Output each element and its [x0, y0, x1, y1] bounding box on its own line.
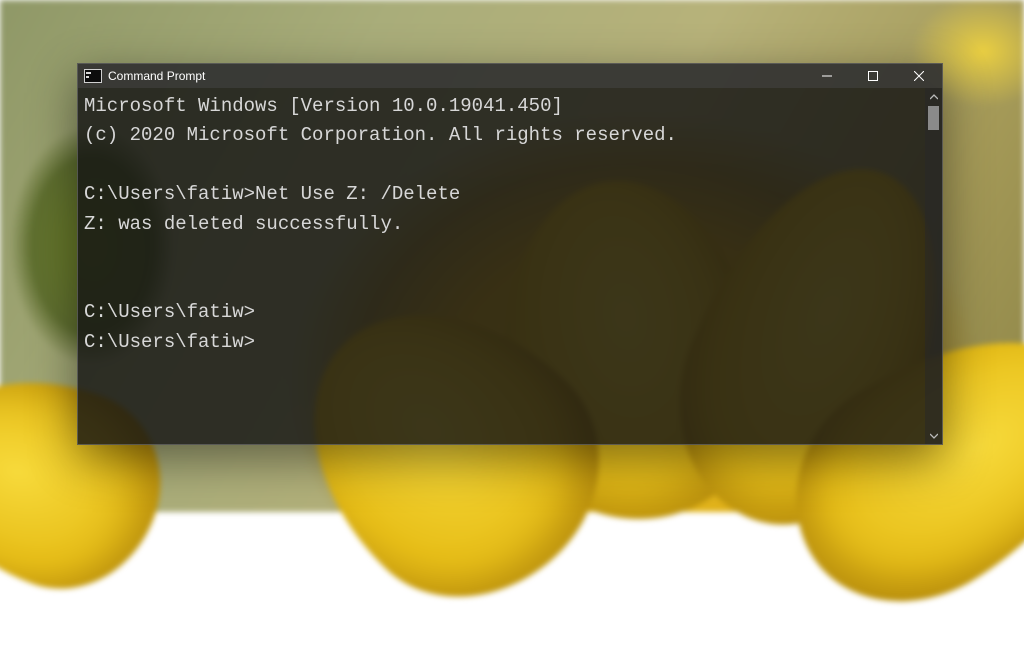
window-title: Command Prompt — [108, 69, 205, 83]
vertical-scrollbar[interactable] — [925, 88, 942, 444]
cmd-icon — [84, 69, 102, 83]
scroll-thumb[interactable] — [928, 106, 939, 130]
maximize-button[interactable] — [850, 64, 896, 88]
close-button[interactable] — [896, 64, 942, 88]
scroll-down-arrow-icon[interactable] — [925, 427, 942, 444]
command-prompt-window: Command Prompt Microsoft Windows [Versio… — [77, 63, 943, 445]
scroll-up-arrow-icon[interactable] — [925, 88, 942, 105]
titlebar[interactable]: Command Prompt — [78, 64, 942, 88]
terminal-output[interactable]: Microsoft Windows [Version 10.0.19041.45… — [78, 88, 925, 444]
minimize-button[interactable] — [804, 64, 850, 88]
